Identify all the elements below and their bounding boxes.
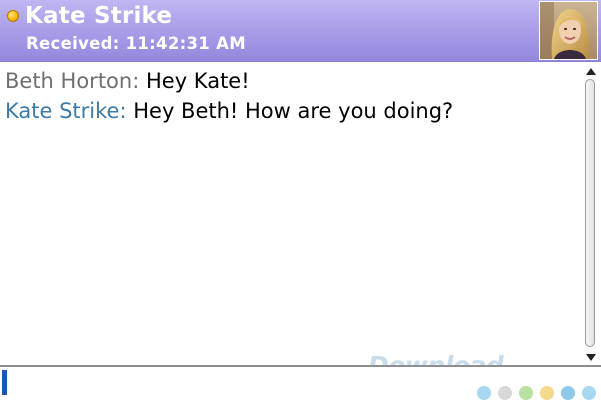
contact-name: Kate Strike bbox=[25, 3, 173, 29]
received-timestamp: Received: 11:42:31 AM bbox=[26, 34, 246, 53]
presence-dot-icon bbox=[7, 10, 19, 22]
message-sender: Kate Strike: bbox=[5, 99, 127, 123]
watermark-dot bbox=[498, 386, 512, 400]
scrollbar-thumb[interactable] bbox=[585, 79, 595, 347]
message-row: Beth Horton: Hey Kate! bbox=[5, 68, 250, 94]
received-label: Received: bbox=[26, 34, 120, 53]
received-time: 11:42:31 AM bbox=[125, 34, 246, 53]
conversation-pane[interactable]: Beth Horton: Hey Kate! Kate Strike: Hey … bbox=[0, 62, 580, 364]
text-cursor bbox=[2, 370, 7, 395]
watermark-dot bbox=[540, 386, 554, 400]
chevron-up-icon[interactable] bbox=[586, 68, 596, 75]
chat-screen: Kate Strike Received: 11:42:31 AM Beth H… bbox=[0, 0, 601, 400]
avatar-photo bbox=[540, 2, 597, 59]
contact-avatar[interactable] bbox=[539, 1, 598, 60]
watermark-dot bbox=[582, 386, 596, 400]
watermark-dot bbox=[519, 386, 533, 400]
watermark-dot bbox=[561, 386, 575, 400]
message-text: Hey Kate! bbox=[145, 69, 250, 93]
conversation-scrollbar[interactable] bbox=[581, 64, 600, 364]
watermark-dot bbox=[477, 386, 491, 400]
message-sender: Beth Horton: bbox=[5, 69, 140, 93]
message-text: Hey Beth! How are you doing? bbox=[133, 99, 454, 123]
chat-header: Kate Strike Received: 11:42:31 AM bbox=[0, 0, 601, 62]
message-row: Kate Strike: Hey Beth! How are you doing… bbox=[5, 98, 453, 124]
chevron-down-icon[interactable] bbox=[586, 354, 596, 361]
